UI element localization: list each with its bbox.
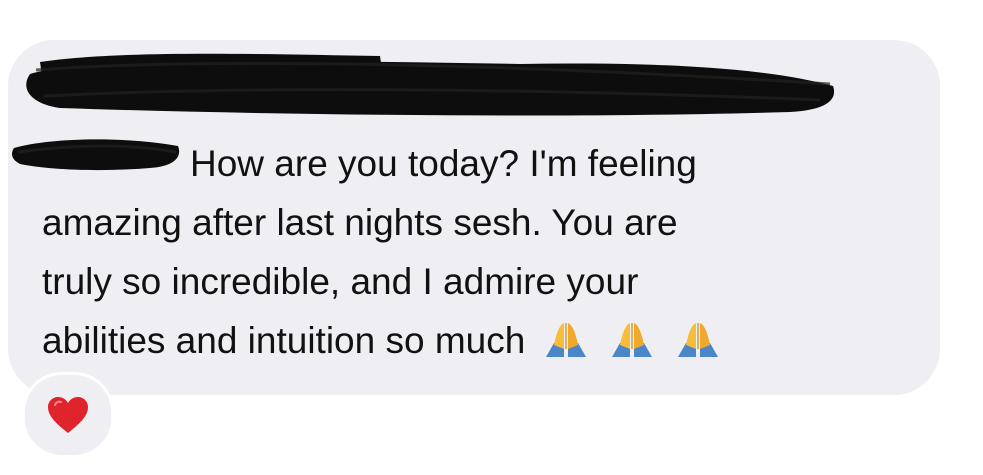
folded-hands-icon <box>545 323 586 357</box>
heart-reaction[interactable] <box>22 372 114 458</box>
folded-hands-icon <box>678 323 719 357</box>
message-line-1: How are you today? I'm feeling <box>190 143 697 184</box>
message-line-2: amazing after last nights sesh. You are <box>42 202 678 243</box>
folded-hands-icon <box>611 323 652 357</box>
heart-icon <box>48 397 88 433</box>
message-line-4: abilities and intuition so much <box>42 320 526 361</box>
message-text: How are you today? I'm feeling amazing a… <box>42 134 922 370</box>
message-line-3: truly so incredible, and I admire your <box>42 261 639 302</box>
